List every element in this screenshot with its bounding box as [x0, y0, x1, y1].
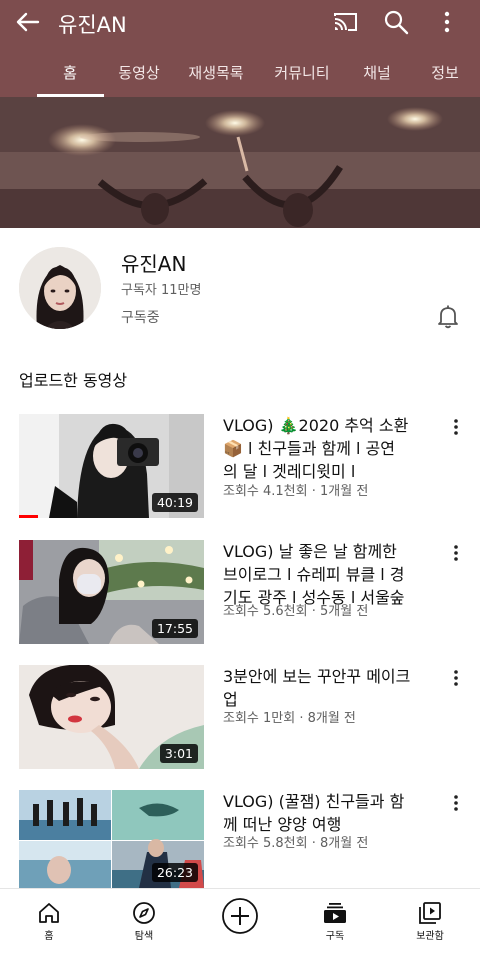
- video-item[interactable]: 3:01 3분안에 보는 꾸안꾸 메이크 업 조회수 1만회 · 8개월 전: [0, 665, 480, 769]
- nav-library[interactable]: 보관함: [390, 889, 470, 955]
- video-thumbnail[interactable]: 40:19: [19, 414, 204, 518]
- subscriber-count: 구독자 11만명: [121, 283, 202, 298]
- notification-bell-icon[interactable]: [434, 302, 462, 330]
- compass-icon: [133, 902, 155, 924]
- video-title-line: 브이로그 l 슈레피 뷰클 l 경: [223, 565, 405, 584]
- video-more-icon[interactable]: [446, 416, 466, 438]
- subscribed-button[interactable]: 구독중: [121, 307, 160, 327]
- channel-header: 유진AN 홈 동영상 재생목록 커뮤니티 채널 정보: [0, 0, 480, 97]
- video-meta: 조회수 1만회 · 8개월 전: [223, 711, 356, 726]
- bottom-navigation: 홈 탐색 구독 보관함: [0, 888, 480, 955]
- video-thumbnail[interactable]: 26:23: [19, 790, 204, 888]
- tab-videos[interactable]: 동영상: [118, 62, 159, 83]
- nav-subscriptions[interactable]: 구독: [295, 889, 375, 955]
- arrow-left-icon[interactable]: [12, 6, 44, 38]
- video-title[interactable]: VLOG) 날 좋은 날 함께한 브이로그 l 슈레피 뷰클 l 경 기도 광주…: [223, 540, 431, 609]
- tab-channels[interactable]: 채널: [363, 62, 391, 83]
- cast-icon[interactable]: [331, 7, 361, 37]
- video-thumbnail[interactable]: 17:55: [19, 540, 204, 644]
- library-icon: [419, 902, 441, 924]
- video-item[interactable]: 26:23 VLOG) (꿀잼) 친구들과 함 께 떠난 양양 여행 조회수 5…: [0, 790, 480, 894]
- tab-about[interactable]: 정보: [431, 62, 459, 83]
- nav-label: 보관함: [416, 931, 444, 942]
- nav-label: 탐색: [134, 931, 154, 942]
- avatar[interactable]: [19, 247, 101, 329]
- video-duration: 17:55: [151, 619, 198, 638]
- nav-home[interactable]: 홈: [9, 889, 89, 955]
- video-item[interactable]: 40:19 VLOG) 🎄2020 추억 소환 📦 l 친구들과 함께 l 공연…: [0, 414, 480, 518]
- video-title-line: 3분안에 보는 꾸안꾸 메이크: [223, 667, 411, 686]
- home-icon: [39, 903, 59, 923]
- video-item[interactable]: 17:55 VLOG) 날 좋은 날 함께한 브이로그 l 슈레피 뷰클 l 경…: [0, 540, 480, 644]
- video-title-line: VLOG) 날 좋은 날 함께한: [223, 542, 397, 561]
- channel-name: 유진AN: [121, 252, 187, 276]
- watch-progress-bar: [19, 515, 204, 518]
- create-plus-icon: [222, 898, 258, 934]
- channel-tabs: 홈 동영상 재생목록 커뮤니티 채널 정보: [0, 52, 480, 97]
- uploads-section-title: 업로드한 동영상: [19, 371, 128, 390]
- video-more-icon[interactable]: [446, 542, 466, 564]
- watch-progress-fill: [19, 515, 38, 518]
- video-more-icon[interactable]: [446, 667, 466, 689]
- video-title[interactable]: VLOG) 🎄2020 추억 소환 📦 l 친구들과 함께 l 공연 의 달 l…: [223, 414, 431, 483]
- tab-home[interactable]: 홈: [63, 62, 77, 83]
- nav-label: 구독: [325, 931, 345, 942]
- video-title[interactable]: 3분안에 보는 꾸안꾸 메이크 업: [223, 665, 431, 711]
- channel-banner: [0, 97, 480, 228]
- video-duration: 40:19: [151, 493, 198, 512]
- nav-explore[interactable]: 탐색: [104, 889, 184, 955]
- search-icon[interactable]: [381, 7, 411, 37]
- more-vertical-icon[interactable]: [432, 7, 462, 37]
- video-duration: 26:23: [151, 863, 198, 882]
- nav-create[interactable]: [200, 889, 280, 955]
- video-title-line: VLOG) (꿀잼) 친구들과 함: [223, 792, 405, 811]
- tab-community[interactable]: 커뮤니티: [274, 62, 329, 83]
- video-thumbnail[interactable]: 3:01: [19, 665, 204, 769]
- video-meta: 조회수 5.6천회 · 5개월 전: [223, 604, 369, 619]
- subscriptions-icon: [324, 903, 346, 923]
- video-title-line: VLOG) 🎄2020 추억 소환: [223, 416, 409, 435]
- channel-title: 유진AN: [58, 13, 127, 37]
- tab-playlists[interactable]: 재생목록: [188, 62, 243, 83]
- video-duration: 3:01: [159, 744, 198, 763]
- video-title[interactable]: VLOG) (꿀잼) 친구들과 함 께 떠난 양양 여행: [223, 790, 431, 836]
- video-meta: 조회수 4.1천회 · 1개월 전: [223, 484, 369, 499]
- video-meta: 조회수 5.8천회 · 8개월 전: [223, 836, 369, 851]
- nav-label: 홈: [44, 931, 54, 942]
- channel-info: 유진AN 구독자 11만명 구독중: [0, 228, 480, 348]
- video-more-icon[interactable]: [446, 792, 466, 814]
- video-title-line: 📦 l 친구들과 함께 l 공연: [223, 439, 396, 458]
